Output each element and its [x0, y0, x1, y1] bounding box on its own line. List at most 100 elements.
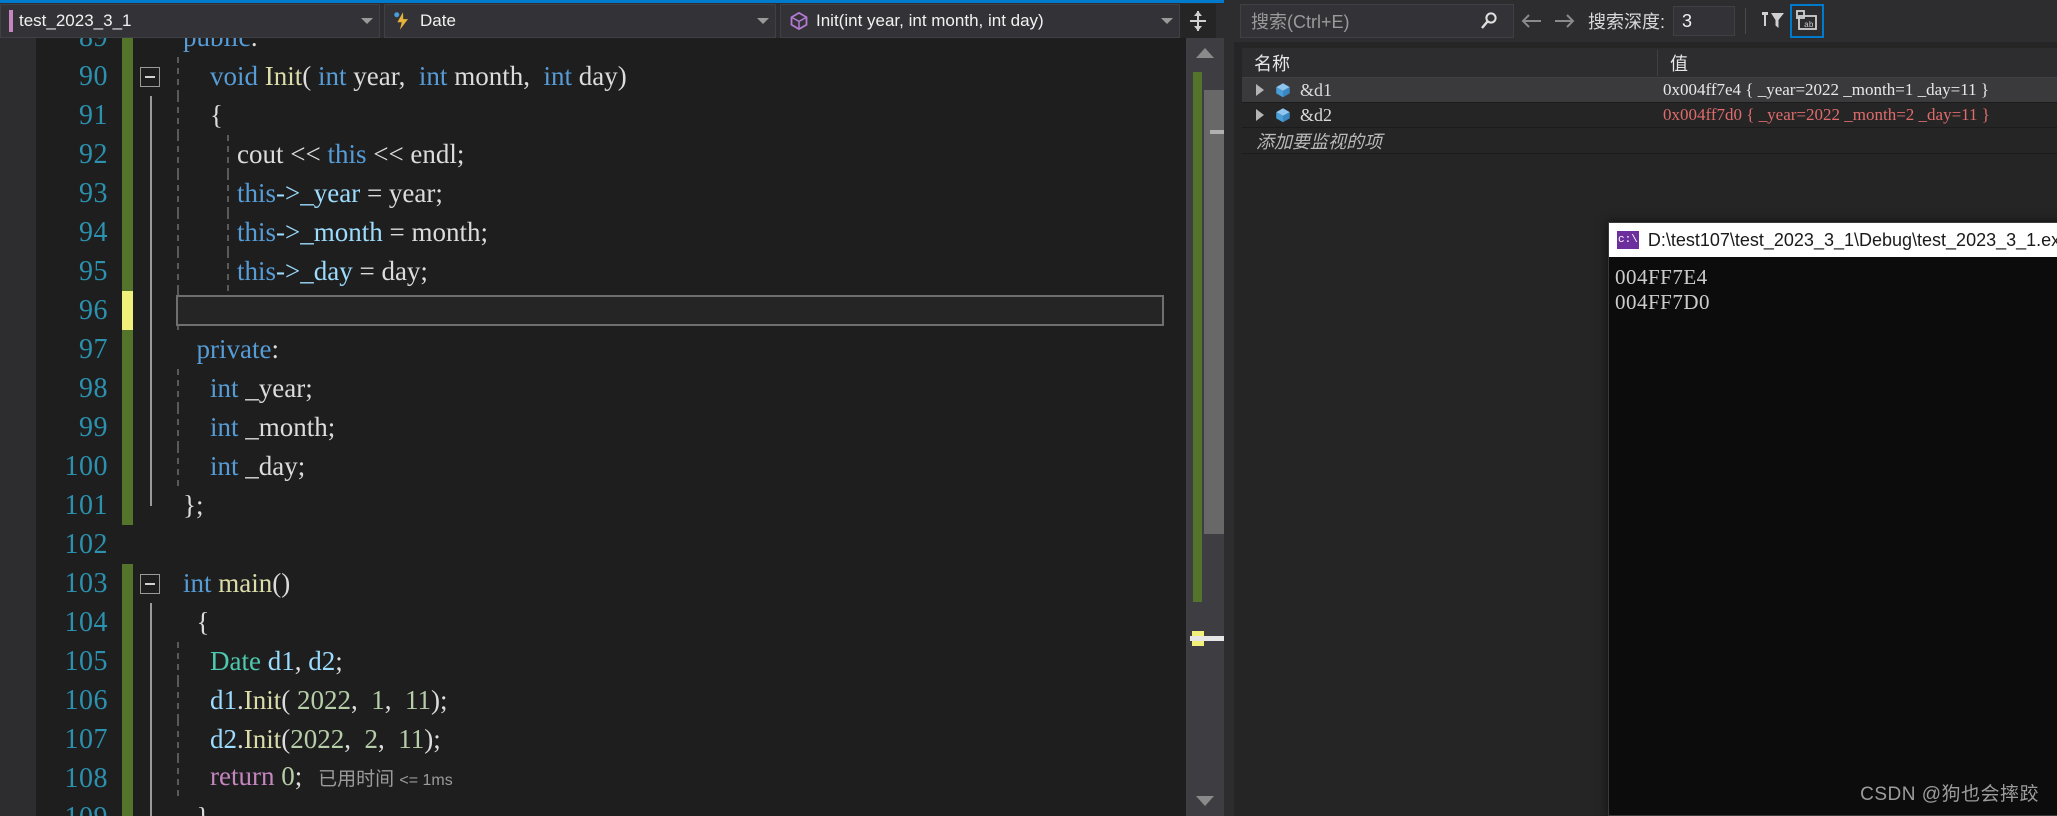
code-line[interactable]: 92 cout << this << endl; [36, 135, 1186, 174]
fold-gutter[interactable] [133, 291, 167, 330]
member-dropdown[interactable]: Init(int year, int month, int day) [780, 4, 1180, 38]
watch-value-cell[interactable]: 0x004ff7e4 { _year=2022 _month=1 _day=11… [1657, 80, 2057, 100]
code-text[interactable]: this->_month = month; [167, 213, 1186, 252]
code-text[interactable]: } [167, 291, 1186, 330]
code-text[interactable]: void Init( int year, int month, int day) [167, 57, 1186, 96]
watch-name-cell[interactable]: &d1 [1242, 80, 1657, 101]
code-text[interactable]: int _year; [167, 369, 1186, 408]
code-text[interactable]: int main() [167, 564, 1186, 603]
watch-row[interactable]: &d1 0x004ff7e4 { _year=2022 _month=1 _day… [1242, 78, 2057, 103]
code-lines-container[interactable]: 89public:90 void Init( int year, int mon… [36, 38, 1186, 816]
code-text[interactable]: Date d1, d2; [167, 642, 1186, 681]
fold-gutter[interactable] [133, 330, 167, 369]
code-line[interactable]: 106 d1.Init( 2022, 1, 11); [36, 681, 1186, 720]
filter-button[interactable] [1756, 4, 1790, 38]
code-line[interactable]: 93 this->_year = year; [36, 174, 1186, 213]
column-header-name[interactable]: 名称 [1242, 50, 1657, 76]
fold-gutter[interactable] [133, 681, 167, 720]
editor-vertical-scrollbar[interactable] [1186, 38, 1252, 816]
code-line[interactable]: 91 { [36, 96, 1186, 135]
add-watch-row[interactable]: 添加要监视的项 [1242, 128, 2057, 154]
code-text[interactable]: int _day; [167, 447, 1186, 486]
code-text[interactable]: public: [167, 38, 1186, 57]
column-header-value[interactable]: 值 [1657, 49, 2057, 76]
fold-gutter[interactable] [133, 759, 167, 798]
fold-gutter[interactable] [133, 369, 167, 408]
code-line[interactable]: 99 int _month; [36, 408, 1186, 447]
fold-gutter[interactable] [133, 798, 167, 816]
watch-back-button[interactable] [1514, 4, 1548, 38]
fold-gutter[interactable] [133, 213, 167, 252]
fold-gutter[interactable] [133, 525, 167, 564]
fold-gutter[interactable] [133, 720, 167, 759]
code-line[interactable]: 108 return 0; 已用时间 <= 1ms [36, 757, 1186, 800]
code-text[interactable]: }; [167, 486, 1186, 525]
code-text[interactable]: private: [167, 330, 1186, 369]
code-line[interactable]: 90 void Init( int year, int month, int d… [36, 57, 1186, 96]
fold-gutter[interactable] [133, 447, 167, 486]
code-text[interactable]: this->_day = day; [167, 252, 1186, 291]
code-line[interactable]: 94 this->_month = month; [36, 213, 1186, 252]
fold-gutter[interactable] [133, 603, 167, 642]
code-text[interactable]: { [167, 603, 1186, 642]
search-depth-dropdown[interactable]: 3 [1673, 6, 1736, 36]
code-text[interactable]: d1.Init( 2022, 1, 11); [167, 681, 1186, 720]
code-line[interactable]: 101}; [36, 486, 1186, 525]
code-line[interactable]: 98 int _year; [36, 369, 1186, 408]
fold-gutter[interactable] [133, 38, 167, 57]
fold-gutter[interactable] [133, 642, 167, 681]
collapse-region-icon[interactable] [140, 66, 160, 87]
code-text[interactable]: return 0; 已用时间 <= 1ms [167, 757, 1186, 800]
code-line[interactable]: 107 d2.Init(2022, 2, 11); [36, 720, 1186, 759]
collapse-region-icon[interactable] [140, 573, 160, 594]
expand-arrow-icon[interactable] [1256, 109, 1264, 121]
search-icon[interactable] [1478, 10, 1500, 32]
code-line[interactable]: 100 int _day; [36, 447, 1186, 486]
code-line[interactable]: 105 Date d1, d2; [36, 642, 1186, 681]
class-dropdown[interactable]: Date [384, 4, 776, 38]
fold-gutter[interactable] [133, 57, 167, 96]
project-dropdown[interactable]: test_2023_3_1 [0, 4, 380, 38]
chevron-down-icon[interactable] [757, 18, 769, 24]
watch-row[interactable]: &d2 0x004ff7d0 { _year=2022 _month=2 _day… [1242, 103, 2057, 128]
code-text[interactable]: this->_year = year; [167, 174, 1186, 213]
code-line[interactable]: 89 public: [36, 38, 1186, 57]
code-line[interactable]: 109 } [36, 798, 1186, 816]
fold-gutter[interactable] [133, 96, 167, 135]
split-view-button[interactable] [1180, 4, 1216, 38]
code-line[interactable]: 103 int main() [36, 564, 1186, 603]
chevron-down-icon[interactable] [1161, 18, 1173, 24]
code-text[interactable] [167, 525, 1186, 564]
code-text[interactable]: } [167, 798, 1186, 816]
code-text[interactable]: int _month; [167, 408, 1186, 447]
code-text[interactable]: d2.Init(2022, 2, 11); [167, 720, 1186, 759]
code-text[interactable]: { [167, 96, 1186, 135]
code-editor[interactable]: 89public:90 void Init( int year, int mon… [0, 38, 1252, 816]
console-output-window[interactable]: c:\ D:\test107\test_2023_3_1\Debug\test_… [1608, 222, 2057, 816]
code-line[interactable]: 104 { [36, 603, 1186, 642]
fold-gutter[interactable] [133, 486, 167, 525]
breakpoint-gutter[interactable] [0, 38, 36, 816]
watch-value-cell[interactable]: 0x004ff7d0 { _year=2022 _month=2 _day=11… [1657, 105, 2057, 125]
console-title-bar[interactable]: c:\ D:\test107\test_2023_3_1\Debug\test_… [1609, 223, 2057, 257]
fold-gutter[interactable] [133, 408, 167, 447]
watch-forward-button[interactable] [1548, 4, 1582, 38]
hexadecimal-display-button[interactable]: ab [1790, 4, 1825, 38]
fold-gutter[interactable] [133, 174, 167, 213]
code-line[interactable]: 95 this->_day = day; [36, 252, 1186, 291]
code-line[interactable]: 102 [36, 525, 1186, 564]
scroll-up-button[interactable] [1186, 38, 1224, 68]
panel-splitter[interactable] [1224, 0, 1234, 816]
fold-gutter[interactable] [133, 252, 167, 291]
code-text[interactable]: cout << this << endl; [167, 135, 1186, 174]
watch-table-body[interactable]: &d1 0x004ff7e4 { _year=2022 _month=1 _day… [1242, 78, 2057, 154]
code-line[interactable]: 96 } [36, 291, 1186, 330]
code-line[interactable]: 97 private: [36, 330, 1186, 369]
fold-gutter[interactable] [133, 135, 167, 174]
watch-name-cell[interactable]: &d2 [1242, 105, 1657, 126]
expand-arrow-icon[interactable] [1256, 84, 1264, 96]
fold-gutter[interactable] [133, 564, 167, 603]
scroll-down-button[interactable] [1186, 786, 1224, 816]
search-input[interactable]: 搜索(Ctrl+E) [1240, 4, 1514, 38]
chevron-down-icon[interactable] [361, 18, 373, 24]
